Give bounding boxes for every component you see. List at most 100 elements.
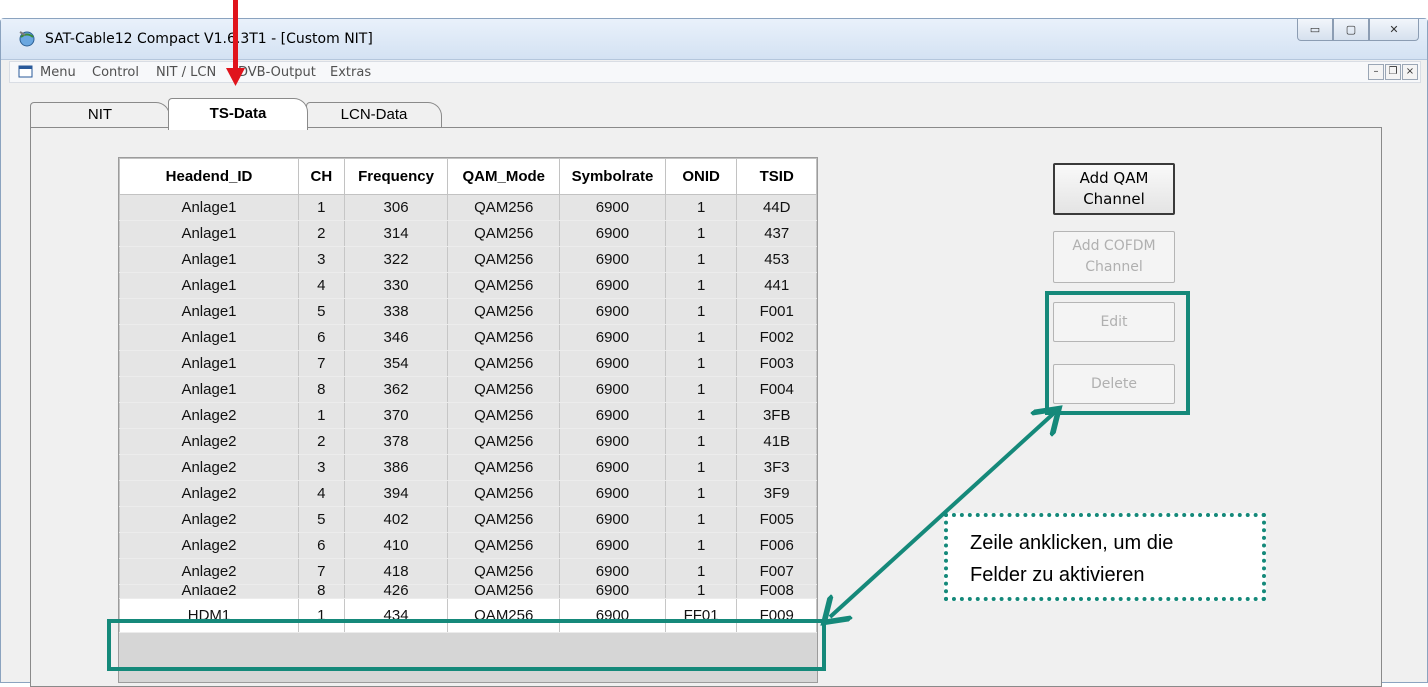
table-cell: 314 xyxy=(343,220,449,247)
table-cell: 322 xyxy=(343,246,449,273)
table-cell: 6900 xyxy=(559,532,666,559)
table-cell: Anlage1 xyxy=(119,246,299,273)
table-cell: 6900 xyxy=(559,246,666,273)
table-cell: F002 xyxy=(736,324,817,351)
table-cell: 330 xyxy=(343,272,449,299)
table-row[interactable]: Anlage2 4 394 QAM256 6900 1 3F9 xyxy=(119,480,817,507)
table-cell: 1 xyxy=(664,324,738,351)
table-cell: 44D xyxy=(736,194,817,221)
menu-item-menu[interactable]: Menu xyxy=(40,65,76,80)
table-cell: 5 xyxy=(297,506,345,533)
add-cofdm-channel-button[interactable]: Add COFDM Channel xyxy=(1053,231,1175,283)
table-cell: 6900 xyxy=(559,454,666,481)
table-cell: 6900 xyxy=(559,506,666,533)
table-cell: 6900 xyxy=(559,324,666,351)
table-row[interactable]: Anlage1 6 346 QAM256 6900 1 F002 xyxy=(119,324,817,351)
menu-item-nit-lcn[interactable]: NIT / LCN xyxy=(156,65,216,80)
table-cell: Anlage2 xyxy=(119,584,299,599)
table-cell: 386 xyxy=(343,454,449,481)
column-header[interactable]: ONID xyxy=(664,158,738,195)
close-button[interactable]: ✕ xyxy=(1369,19,1419,41)
table-cell: QAM256 xyxy=(447,350,561,377)
table-row[interactable]: Anlage1 3 322 QAM256 6900 1 453 xyxy=(119,246,817,273)
table-row[interactable]: Anlage1 2 314 QAM256 6900 1 437 xyxy=(119,220,817,247)
table-cell: Anlage2 xyxy=(119,402,299,429)
table-cell: 1 xyxy=(297,402,345,429)
add-cofdm-line1: Add COFDM xyxy=(1072,238,1156,254)
table-cell: QAM256 xyxy=(447,376,561,403)
column-header[interactable]: QAM_Mode xyxy=(447,158,561,195)
table-cell: 6900 xyxy=(559,428,666,455)
table-cell: 4 xyxy=(297,272,345,299)
table-cell: F008 xyxy=(736,584,817,599)
minimize-icon: ▭ xyxy=(1309,24,1321,36)
column-header[interactable]: TSID xyxy=(736,158,817,195)
delete-button[interactable]: Delete xyxy=(1053,364,1175,404)
table-cell: 1 xyxy=(297,598,345,633)
table-cell: Anlage2 xyxy=(119,428,299,455)
mdi-restore-icon[interactable]: ❐ xyxy=(1385,64,1401,80)
table-row[interactable]: Anlage2 7 418 QAM256 6900 1 F007 xyxy=(119,558,817,585)
app-icon xyxy=(19,31,35,47)
mdi-minimize-icon[interactable]: – xyxy=(1368,64,1384,80)
window-menu-icon[interactable] xyxy=(18,65,34,79)
table-cell: Anlage2 xyxy=(119,454,299,481)
table-cell: 8 xyxy=(297,376,345,403)
table-row[interactable]: Anlage2 8 426 QAM256 6900 1 F008 xyxy=(119,584,817,599)
table-row[interactable]: HDM1 1 434 QAM256 6900 FF01 F009 xyxy=(119,598,817,633)
table-row[interactable]: Anlage2 6 410 QAM256 6900 1 F006 xyxy=(119,532,817,559)
table-cell: 6 xyxy=(297,324,345,351)
table-cell-text: F008 xyxy=(759,584,794,595)
menu-item-extras[interactable]: Extras xyxy=(330,65,371,80)
table-row[interactable]: Anlage1 7 354 QAM256 6900 1 F003 xyxy=(119,350,817,377)
table-cell: 1 xyxy=(297,194,345,221)
table-row[interactable]: Anlage2 5 402 QAM256 6900 1 F005 xyxy=(119,506,817,533)
menu-item-dvb-output[interactable]: DVB-Output xyxy=(238,65,316,80)
mdi-close-icon[interactable]: × xyxy=(1402,64,1418,80)
table-row[interactable]: Anlage1 1 306 QAM256 6900 1 44D xyxy=(119,194,817,221)
table-row[interactable]: Anlage2 3 386 QAM256 6900 1 3F3 xyxy=(119,454,817,481)
column-header[interactable]: Frequency xyxy=(343,158,449,195)
title-bar: SAT-Cable12 Compact V1.6.3T1 - [Custom N… xyxy=(1,19,1427,60)
add-qam-line2: Channel xyxy=(1083,190,1145,208)
table-cell: 426 xyxy=(343,584,449,599)
table-cell-text: 426 xyxy=(383,584,409,595)
table-row[interactable]: Anlage1 4 330 QAM256 6900 1 441 xyxy=(119,272,817,299)
table-cell: FF01 xyxy=(664,598,738,633)
table-cell: QAM256 xyxy=(447,584,561,599)
column-header[interactable]: Headend_ID xyxy=(119,158,299,195)
table-cell: 434 xyxy=(343,598,449,633)
table-cell: 1 xyxy=(664,558,738,585)
table-row[interactable]: Anlage2 2 378 QAM256 6900 1 41B xyxy=(119,428,817,455)
minimize-button[interactable]: ▭ xyxy=(1297,19,1333,41)
table-cell: 418 xyxy=(343,558,449,585)
column-header[interactable]: Symbolrate xyxy=(559,158,666,195)
tab-ts-data[interactable]: TS-Data xyxy=(168,98,308,130)
maximize-button[interactable]: ▢ xyxy=(1333,19,1369,41)
table-cell-text: QAM256 xyxy=(474,584,534,595)
table-cell: 1 xyxy=(664,454,738,481)
table-cell: QAM256 xyxy=(447,324,561,351)
table-row[interactable]: Anlage2 1 370 QAM256 6900 1 3FB xyxy=(119,402,817,429)
table-cell: 362 xyxy=(343,376,449,403)
table-row[interactable]: Anlage1 8 362 QAM256 6900 1 F004 xyxy=(119,376,817,403)
table-row[interactable]: Anlage1 5 338 QAM256 6900 1 F001 xyxy=(119,298,817,325)
table-cell: QAM256 xyxy=(447,402,561,429)
table-cell: 3F9 xyxy=(736,480,817,507)
close-icon: ✕ xyxy=(1389,24,1399,36)
table-cell: 354 xyxy=(343,350,449,377)
add-qam-channel-button[interactable]: Add QAM Channel xyxy=(1053,163,1175,215)
table-cell: Anlage2 xyxy=(119,558,299,585)
table-cell: F007 xyxy=(736,558,817,585)
table-cell: F009 xyxy=(736,598,817,633)
edit-button[interactable]: Edit xyxy=(1053,302,1175,342)
tab-nit[interactable]: NIT xyxy=(30,102,170,129)
add-cofdm-line2: Channel xyxy=(1085,259,1143,275)
tab-lcn-data[interactable]: LCN-Data xyxy=(306,102,442,129)
table-cell: Anlage2 xyxy=(119,532,299,559)
table-cell: 3 xyxy=(297,246,345,273)
menu-item-control[interactable]: Control xyxy=(92,65,139,80)
table-cell: 437 xyxy=(736,220,817,247)
table-cell: 1 xyxy=(664,220,738,247)
column-header[interactable]: CH xyxy=(297,158,345,195)
